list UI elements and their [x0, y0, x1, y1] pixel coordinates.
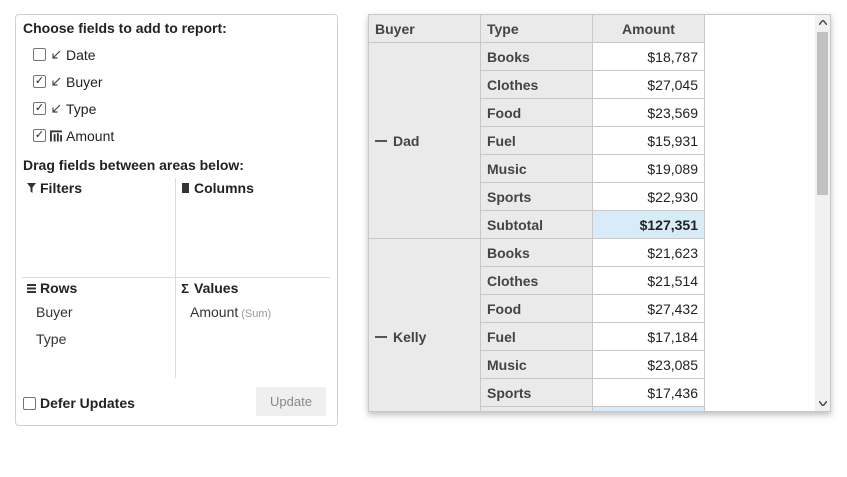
- scrollbar-thumb[interactable]: [817, 32, 828, 195]
- update-button[interactable]: Update: [256, 387, 326, 416]
- row-header-type[interactable]: Sports: [481, 183, 593, 211]
- filters-area-header: Filters: [26, 180, 82, 196]
- field-checkbox[interactable]: [33, 48, 46, 61]
- subtotal-amount-cell[interactable]: $127,351: [593, 211, 705, 239]
- row-header-buyer[interactable]: Dad: [369, 43, 481, 239]
- rows-area-label: Rows: [40, 280, 78, 296]
- defer-updates-label: Defer Updates: [40, 395, 135, 411]
- subtotal-label-cell[interactable]: [481, 407, 593, 411]
- defer-updates-checkbox[interactable]: [23, 396, 36, 410]
- scroll-up-icon[interactable]: [815, 15, 830, 30]
- row-header-type[interactable]: Clothes: [481, 71, 593, 99]
- sigma-icon: Σ: [181, 280, 189, 296]
- values-item-aggregate: (Sum): [241, 308, 272, 320]
- subtotal-label-cell[interactable]: Subtotal: [481, 211, 593, 239]
- filters-area[interactable]: Filters: [22, 178, 176, 278]
- header-buyer[interactable]: Buyer: [369, 15, 481, 43]
- amount-cell[interactable]: $23,085: [593, 351, 705, 379]
- values-item-amount[interactable]: Amount (Sum): [190, 304, 271, 331]
- row-header-type[interactable]: Music: [481, 351, 593, 379]
- field-label: Date: [66, 46, 96, 63]
- amount-cell[interactable]: $27,432: [593, 295, 705, 323]
- field-checkbox[interactable]: ✓: [33, 129, 46, 142]
- filters-area-label: Filters: [40, 180, 83, 196]
- values-item-label: Amount: [190, 304, 239, 320]
- values-area-label: Values: [194, 280, 239, 296]
- row-header-type[interactable]: Food: [481, 295, 593, 323]
- row-header-type[interactable]: Books: [481, 239, 593, 267]
- buyer-label: Dad: [393, 132, 420, 149]
- rows-item-type[interactable]: Type: [36, 331, 73, 358]
- buyer-label: Kelly: [393, 328, 427, 345]
- field-label: Buyer: [66, 73, 103, 90]
- dimension-icon: [50, 49, 62, 61]
- amount-cell[interactable]: $27,045: [593, 71, 705, 99]
- field-item-type[interactable]: ✓ Type: [33, 95, 114, 122]
- field-checkbox[interactable]: ✓: [33, 102, 46, 115]
- scroll-down-icon[interactable]: [815, 396, 830, 411]
- row-header-type[interactable]: Food: [481, 99, 593, 127]
- defer-updates[interactable]: Defer Updates: [23, 395, 135, 411]
- amount-cell[interactable]: $15,931: [593, 127, 705, 155]
- columns-icon: [180, 183, 190, 193]
- subtotal-amount-cell[interactable]: [593, 407, 705, 411]
- field-item-date[interactable]: Date: [33, 41, 114, 68]
- field-label: Amount: [66, 127, 115, 144]
- field-item-amount[interactable]: ✓ Amount: [33, 122, 114, 149]
- filter-icon: [26, 183, 36, 193]
- amount-cell[interactable]: $22,930: [593, 183, 705, 211]
- columns-area-label: Columns: [194, 180, 254, 196]
- drag-fields-heading: Drag fields between areas below:: [23, 157, 244, 173]
- row-header-type[interactable]: Clothes: [481, 267, 593, 295]
- values-area-header: Σ Values: [180, 280, 238, 296]
- field-list: Date ✓ Buyer ✓ Type ✓ Amount: [33, 41, 114, 149]
- field-label: Type: [66, 100, 97, 117]
- row-header-type[interactable]: Sports: [481, 379, 593, 407]
- amount-cell[interactable]: $21,514: [593, 267, 705, 295]
- pivot-grid[interactable]: Buyer Type Amount Dad Books $18,787 Clothes…: [368, 14, 831, 412]
- measure-icon: [50, 129, 62, 142]
- pivot-areas: Filters Columns Rows Buyer Type Σ Values…: [22, 178, 331, 378]
- rows-area[interactable]: Rows Buyer Type: [22, 278, 176, 378]
- rows-item-buyer[interactable]: Buyer: [36, 304, 73, 331]
- row-header-type[interactable]: Fuel: [481, 127, 593, 155]
- header-amount[interactable]: Amount: [593, 15, 705, 43]
- row-header-type[interactable]: Fuel: [481, 323, 593, 351]
- collapse-icon[interactable]: [375, 335, 387, 338]
- dimension-icon: [50, 103, 62, 115]
- amount-cell[interactable]: $19,089: [593, 155, 705, 183]
- row-header-type[interactable]: Music: [481, 155, 593, 183]
- field-item-buyer[interactable]: ✓ Buyer: [33, 68, 114, 95]
- collapse-icon[interactable]: [375, 139, 387, 142]
- pivot-field-panel: Choose fields to add to report: Date ✓ Buy…: [15, 14, 338, 426]
- values-area[interactable]: Σ Values Amount (Sum): [176, 278, 330, 378]
- rows-area-header: Rows: [26, 280, 77, 296]
- amount-cell[interactable]: $23,569: [593, 99, 705, 127]
- choose-fields-heading: Choose fields to add to report:: [23, 20, 227, 36]
- amount-cell[interactable]: $18,787: [593, 43, 705, 71]
- columns-area-header: Columns: [180, 180, 254, 196]
- grid-empty-area: [705, 15, 817, 411]
- amount-cell[interactable]: $17,436: [593, 379, 705, 407]
- amount-cell[interactable]: $17,184: [593, 323, 705, 351]
- rows-icon: [26, 283, 36, 293]
- dimension-icon: [50, 76, 62, 88]
- row-header-buyer[interactable]: Kelly: [369, 239, 481, 411]
- header-type[interactable]: Type: [481, 15, 593, 43]
- field-checkbox[interactable]: ✓: [33, 75, 46, 88]
- amount-cell[interactable]: $21,623: [593, 239, 705, 267]
- vertical-scrollbar[interactable]: [815, 15, 830, 411]
- columns-area[interactable]: Columns: [176, 178, 330, 278]
- row-header-type[interactable]: Books: [481, 43, 593, 71]
